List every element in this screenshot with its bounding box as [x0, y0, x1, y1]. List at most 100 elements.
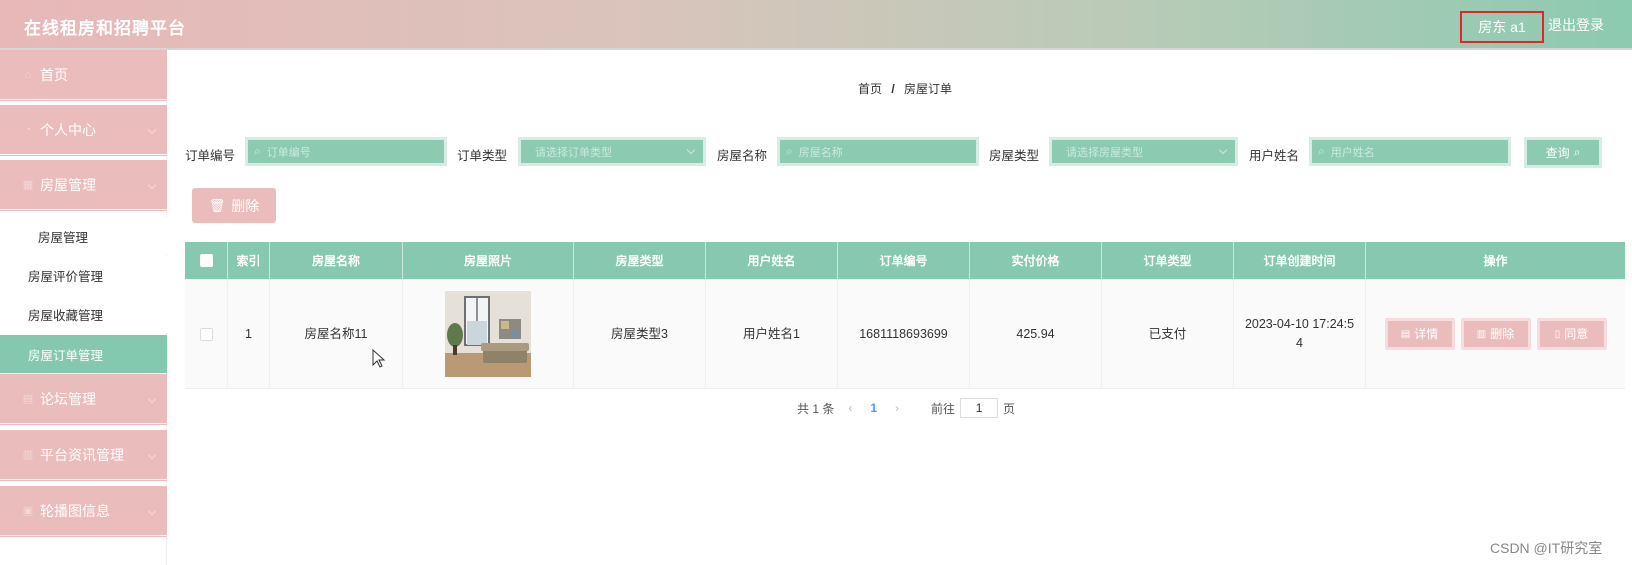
house-name-input[interactable]: ⌕ 房屋名称 — [777, 137, 979, 166]
row-checkbox[interactable] — [199, 327, 213, 341]
top-header: 在线租房和招聘平台 房东 a1 退出登录 — [0, 0, 1632, 50]
current-user[interactable]: 房东 a1 — [1460, 11, 1544, 43]
breadcrumb: 首页 / 房屋订单 — [858, 80, 952, 97]
sidebar-item-label: 首页 — [40, 66, 68, 83]
row-house-name: 房屋名称11 — [270, 279, 403, 389]
sidebar-item-profile[interactable]: ◔ 个人中心 — [0, 105, 167, 157]
sidebar-subitem-house-review[interactable]: 房屋评价管理 — [0, 256, 167, 294]
sidebar-item-home[interactable]: ⌂ 首页 — [0, 50, 167, 102]
pagination-total: 共 1 条 — [797, 401, 835, 416]
select-all-checkbox[interactable] — [199, 254, 213, 267]
col-index: 索引 — [228, 242, 270, 279]
query-button[interactable]: 查询 ⌕ — [1524, 137, 1602, 168]
house-type-select[interactable]: 请选择房屋类型 — [1049, 137, 1238, 166]
news-icon: ▥ — [22, 448, 34, 461]
pagination-goto-label: 前往 — [931, 401, 956, 416]
breadcrumb-current: 房屋订单 — [904, 82, 953, 96]
sidebar-item-label: 个人中心 — [40, 121, 96, 138]
chevron-down-icon — [147, 506, 157, 516]
pagination-current-page[interactable]: 1 — [870, 401, 877, 415]
room-photo-image — [445, 291, 531, 377]
chevron-down-icon — [147, 180, 157, 190]
row-order-no: 1681118693699 — [838, 279, 970, 389]
logout-link[interactable]: 退出登录 — [1548, 15, 1604, 35]
detail-button[interactable]: ▤ 详情 — [1384, 318, 1455, 350]
batch-delete-label: 删除 — [231, 197, 260, 214]
row-actions: ▤ 详情 ▥ 删除 ▯ 同意 — [1366, 279, 1625, 389]
sidebar-item-label: 平台资讯管理 — [40, 446, 124, 463]
chevron-down-icon — [686, 145, 696, 155]
col-user-name: 用户姓名 — [706, 242, 838, 279]
sidebar-item-label: 房屋管理 — [40, 176, 96, 193]
order-no-label: 订单编号 — [185, 149, 236, 163]
detail-label: 详情 — [1414, 326, 1439, 341]
house-type-placeholder: 请选择房屋类型 — [1066, 146, 1143, 159]
chevron-down-icon — [147, 394, 157, 404]
book-icon: ▯ — [1554, 328, 1561, 340]
sidebar-subitem-house[interactable]: 房屋管理 — [0, 217, 167, 255]
user-name-placeholder: 用户姓名 — [1330, 146, 1375, 159]
sidebar-item-house-management[interactable]: ▦ 房屋管理 — [0, 160, 167, 212]
table-row: 1 房屋名称11 房屋类型3 用户姓名1 1681118693699 425.9… — [185, 279, 1625, 389]
forum-icon: ▤ — [22, 392, 34, 405]
table-header: 索引 房屋名称 房屋照片 房屋类型 用户姓名 订单编号 实付价格 订单类型 订单… — [185, 242, 1625, 279]
document-icon: ▤ — [1400, 328, 1411, 340]
pagination-goto-input[interactable]: 1 — [960, 398, 999, 418]
home-icon: ⌂ — [24, 68, 32, 81]
row-user-name: 用户姓名1 — [706, 279, 838, 389]
mouse-cursor-icon — [372, 349, 386, 368]
breadcrumb-home[interactable]: 首页 — [858, 82, 882, 96]
col-created-time: 订单创建时间 — [1234, 242, 1366, 279]
pagination: 共 1 条 ‹ 1 › 前往 1 页 — [797, 398, 1015, 418]
trash-icon: ▥ — [1476, 328, 1487, 340]
watermark: CSDN @IT研究室 — [1490, 540, 1603, 556]
order-type-placeholder: 请选择订单类型 — [535, 146, 612, 159]
delete-button[interactable]: ▥ 删除 — [1460, 318, 1531, 350]
user-name-input[interactable]: ⌕ 用户姓名 — [1309, 137, 1511, 166]
house-type-label: 房屋类型 — [989, 149, 1040, 163]
sidebar-subitem-house-order[interactable]: 房屋订单管理 — [0, 335, 167, 373]
chevron-left-icon[interactable]: ‹ — [848, 401, 852, 415]
user-icon: ◔ — [24, 123, 32, 136]
house-photo[interactable] — [445, 291, 531, 377]
col-price: 实付价格 — [970, 242, 1102, 279]
order-no-input[interactable]: ⌕ 订单编号 — [245, 137, 447, 166]
batch-delete-button[interactable]: 🗑 删除 — [192, 188, 276, 223]
sidebar-item-carousel[interactable]: ▣ 轮播图信息 — [0, 486, 167, 538]
order-type-select[interactable]: 请选择订单类型 — [518, 137, 706, 166]
search-icon: ⌕ — [254, 144, 261, 158]
col-house-name: 房屋名称 — [270, 242, 403, 279]
house-icon: ▦ — [22, 178, 34, 191]
sidebar-item-label: 论坛管理 — [40, 390, 96, 407]
row-order-type: 已支付 — [1102, 279, 1234, 389]
house-name-placeholder: 房屋名称 — [798, 146, 843, 159]
select-all-cell — [185, 242, 228, 279]
sidebar-item-label: 轮播图信息 — [40, 502, 110, 519]
sidebar: ⌂ 首页 ◔ 个人中心 ▦ 房屋管理 房屋管理 房屋评价管理 房屋收藏管理 房屋… — [0, 50, 167, 565]
search-icon: ⌕ — [1318, 144, 1325, 158]
chevron-down-icon — [147, 450, 157, 460]
created-time-line2: 4 — [1296, 336, 1303, 350]
row-select-cell — [185, 279, 228, 389]
sidebar-subitem-house-favorite[interactable]: 房屋收藏管理 — [0, 295, 167, 333]
sidebar-item-news[interactable]: ▥ 平台资讯管理 — [0, 430, 167, 482]
order-type-label: 订单类型 — [457, 149, 508, 163]
sidebar-item-forum[interactable]: ▤ 论坛管理 — [0, 374, 167, 426]
row-index: 1 — [228, 279, 270, 389]
order-no-placeholder: 订单编号 — [266, 146, 311, 159]
col-order-no: 订单编号 — [838, 242, 970, 279]
carousel-icon: ▣ — [22, 504, 34, 517]
col-house-photo: 房屋照片 — [403, 242, 574, 279]
chevron-right-icon[interactable]: › — [895, 401, 899, 415]
query-label: 查询 — [1545, 146, 1570, 160]
search-icon: ⌕ — [1573, 145, 1581, 159]
row-created-time: 2023-04-10 17:24:5 4 — [1234, 279, 1366, 389]
delete-label: 删除 — [1490, 326, 1515, 341]
col-order-type: 订单类型 — [1102, 242, 1234, 279]
trash-icon: 🗑 — [208, 197, 226, 213]
user-name-label: 用户姓名 — [1249, 149, 1300, 163]
row-photo-cell — [403, 279, 574, 389]
agree-label: 同意 — [1564, 326, 1589, 341]
breadcrumb-separator: / — [891, 82, 895, 96]
agree-button[interactable]: ▯ 同意 — [1536, 318, 1607, 350]
